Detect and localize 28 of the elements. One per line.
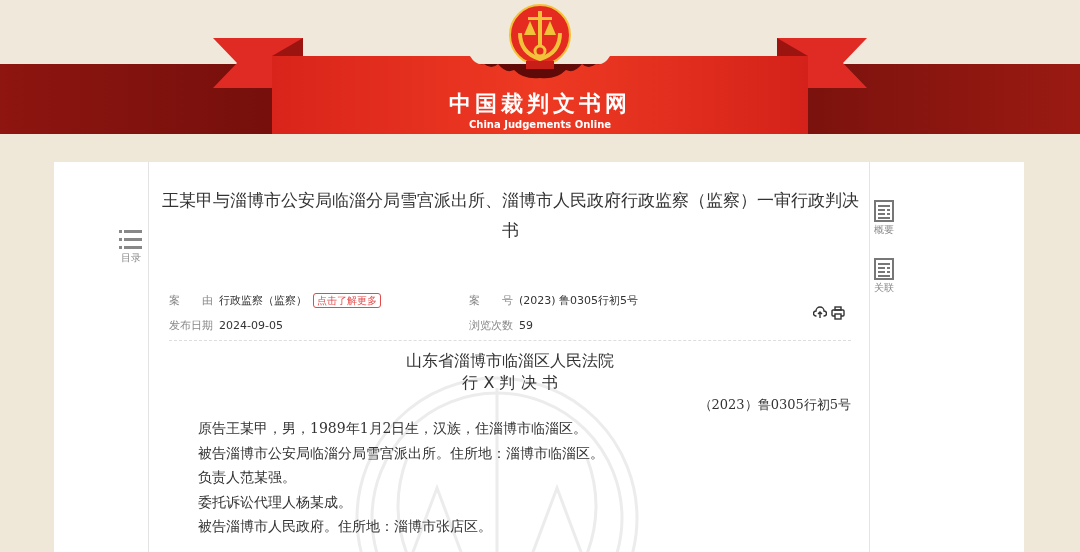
document-title: 王某甲与淄博市公安局临淄分局雪宫派出所、淄博市人民政府行政监察（监察）一审行政判决书 — [160, 190, 860, 242]
field-value: 2024-09-05 — [219, 319, 283, 332]
print-icon[interactable] — [831, 306, 845, 320]
document-paragraph: 负责人范某强。 — [197, 468, 297, 487]
field-value: 59 — [519, 319, 533, 332]
side-tool-button[interactable]: 概要 — [874, 200, 894, 236]
site-subtitle: China Judgements Online — [468, 118, 612, 132]
learn-more-link[interactable]: 点击了解更多 — [313, 293, 381, 308]
document-icon — [874, 200, 894, 222]
document-paragraph: 被告淄博市人民政府。住所地：淄博市张店区。 — [197, 517, 493, 536]
field-label: 案 号 — [469, 293, 513, 308]
field-value: 行政监察（监察） — [219, 293, 307, 308]
numbered-list-icon — [118, 228, 144, 250]
side-tool-button[interactable]: 关联 — [874, 258, 894, 294]
table-of-contents-button[interactable]: 目录 — [118, 228, 144, 264]
site-title: 中国裁判文书网 — [449, 90, 631, 118]
document-paragraph: 委托诉讼代理人杨某成。 — [197, 492, 353, 512]
field-label: 发布日期 — [169, 318, 213, 333]
field-label: 案 由 — [169, 293, 213, 308]
court-name: 山东省淄博市临淄区人民法院 — [405, 350, 615, 372]
document-paragraph: 原告王某甲，男，1989年1月2日生，汉族，住淄博市临淄区。 — [197, 419, 589, 438]
case-number: （2023）鲁0305行初5号 — [697, 396, 851, 414]
download-icon[interactable] — [813, 306, 827, 320]
document-type: 行 X 判 决 书 — [461, 372, 559, 394]
document-paragraph: 被告淄博市公安局临淄分局雪宫派出所。住所地：淄博市临淄区。 — [197, 443, 605, 463]
field-label: 浏览次数 — [469, 318, 513, 333]
document-icon — [874, 258, 894, 280]
field-value: (2023) 鲁0305行初5号 — [519, 293, 639, 308]
